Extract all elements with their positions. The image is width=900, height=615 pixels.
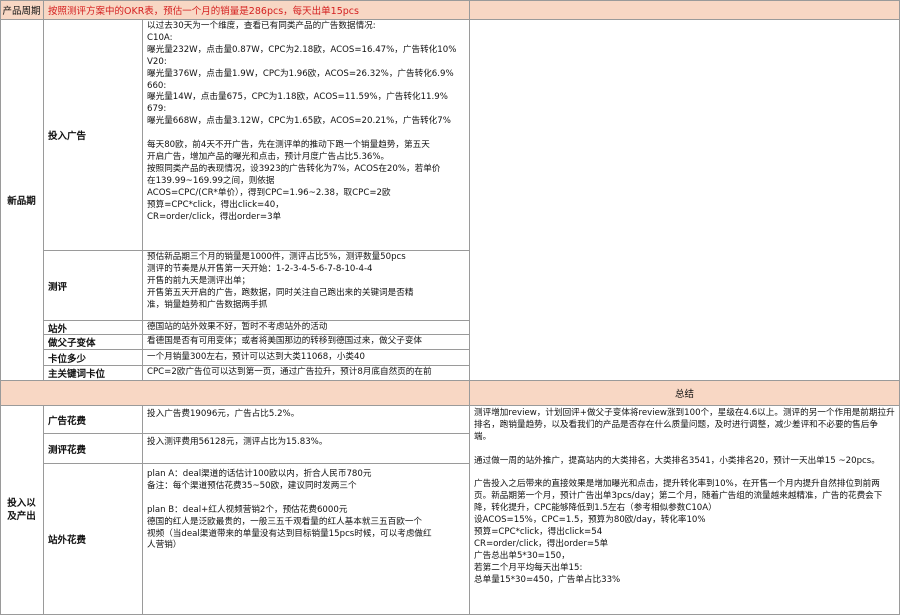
row-label-cell-review-spend[interactable]: 测评花费 bbox=[44, 434, 143, 464]
new-product-label-cell[interactable]: 新品期 bbox=[0, 20, 44, 381]
row-label-cell-ranking[interactable]: 卡位多少 bbox=[44, 350, 143, 366]
row-content-review-spend: 投入测评费用56128元，测评占比为15.83%。 bbox=[147, 437, 328, 447]
row-label-keyword: 主关键词卡位 bbox=[48, 369, 106, 380]
summary-content: 测评增加review，计划回评+做父子变体将review涨到100个，星级在4.… bbox=[474, 408, 895, 585]
row-label-offsite: 站外 bbox=[48, 323, 68, 335]
row-label-cell-offsite[interactable]: 站外 bbox=[44, 321, 143, 335]
row-content-cell-offsite-spend[interactable]: plan A：deal渠道的话估计100欧以内，折合人民币780元 备注：每个渠… bbox=[143, 464, 470, 615]
spreadsheet: 产品周期 按照测评方案中的OKR表，预估一个月的销量是286pcs，每天出单15… bbox=[0, 0, 900, 615]
row-content-ad-spend: 投入广告费19096元，广告占比5.2%。 bbox=[147, 409, 300, 419]
row-label-ranking: 卡位多少 bbox=[48, 353, 87, 365]
row-content-cell-ranking[interactable]: 一个月销量300左右，预计可以达到大类11068，小类40 bbox=[143, 350, 470, 366]
row-label-cell-keyword[interactable]: 主关键词卡位 bbox=[44, 366, 143, 381]
row-label-cell-review[interactable]: 测评 bbox=[44, 251, 143, 321]
row-content-variants: 看德国是否有可用变体；或者将美国那边的转移到德国过来，做父子变体 bbox=[147, 336, 423, 347]
row-content-cell-review-spend[interactable]: 投入测评费用56128元，测评占比为15.83%。 bbox=[143, 434, 470, 464]
row-label-review: 测评 bbox=[48, 281, 68, 293]
row-content-review: 预估新品期三个月的销量是1000件，测评占比5%，测评数量50pcs 测评的节奏… bbox=[147, 252, 414, 310]
row-label-review-spend: 测评花费 bbox=[48, 444, 87, 456]
row-label-ads: 投入广告 bbox=[48, 131, 87, 142]
header-text: 按照测评方案中的OKR表，预估一个月的销量是286pcs，每天出单15pcs bbox=[48, 5, 359, 17]
row-content-cell-keyword[interactable]: CPC=2欧广告位可以达到第一页，通过广告拉升，预计8月底自然页的在前 bbox=[143, 366, 470, 381]
summary-content-cell[interactable]: 测评增加review，计划回评+做父子变体将review涨到100个，星级在4.… bbox=[470, 406, 900, 615]
row-label-offsite-spend: 站外花费 bbox=[48, 535, 87, 546]
row-label-variants: 做父子变体 bbox=[48, 338, 96, 349]
new-product-label: 新品期 bbox=[7, 196, 36, 207]
row-label-cell-variants[interactable]: 做父子变体 bbox=[44, 335, 143, 350]
header-label: 产品周期 bbox=[2, 5, 41, 17]
row-content-ads: 以过去30天为一个维度，查看已有同类产品的广告数据情况: C10A: 曝光量23… bbox=[147, 21, 457, 222]
row-label-cell-ad-spend[interactable]: 广告花费 bbox=[44, 406, 143, 434]
summary-header-left-cell[interactable] bbox=[0, 381, 470, 406]
header-label-cell[interactable]: 产品周期 bbox=[0, 0, 44, 20]
row-label-ad-spend: 广告花费 bbox=[48, 415, 87, 427]
row-content-cell-ad-spend[interactable]: 投入广告费19096元，广告占比5.2%。 bbox=[143, 406, 470, 434]
row-content-cell-review[interactable]: 预估新品期三个月的销量是1000件，测评占比5%，测评数量50pcs 测评的节奏… bbox=[143, 251, 470, 321]
summary-header-cell[interactable]: 总结 bbox=[470, 381, 900, 406]
row-content-keyword: CPC=2欧广告位可以达到第一页，通过广告拉升，预计8月底自然页的在前 bbox=[147, 367, 432, 378]
row-label-cell-offsite-spend[interactable]: 站外花费 bbox=[44, 464, 143, 615]
investment-label-cell[interactable]: 投入以 及产出 bbox=[0, 406, 44, 615]
row-label-cell-ads[interactable]: 投入广告 bbox=[44, 20, 143, 251]
row-content-cell-variants[interactable]: 看德国是否有可用变体；或者将美国那边的转移到德国过来，做父子变体 bbox=[143, 335, 470, 350]
row-content-ranking: 一个月销量300左右，预计可以达到大类11068，小类40 bbox=[147, 351, 365, 362]
row-content-offsite: 德国站的站外效果不好，暂时不考虑站外的活动 bbox=[147, 321, 328, 332]
header-empty-cell[interactable] bbox=[470, 0, 900, 20]
new-product-right-empty-cell[interactable] bbox=[470, 20, 900, 381]
investment-label: 投入以 及产出 bbox=[7, 498, 36, 522]
row-content-cell-offsite[interactable]: 德国站的站外效果不好，暂时不考虑站外的活动 bbox=[143, 321, 470, 335]
summary-header: 总结 bbox=[674, 389, 694, 400]
row-content-offsite-spend: plan A：deal渠道的话估计100欧以内，折合人民币780元 备注：每个渠… bbox=[147, 469, 432, 551]
header-text-cell[interactable]: 按照测评方案中的OKR表，预估一个月的销量是286pcs，每天出单15pcs bbox=[44, 0, 470, 20]
row-content-cell-ads[interactable]: 以过去30天为一个维度，查看已有同类产品的广告数据情况: C10A: 曝光量23… bbox=[143, 20, 470, 251]
